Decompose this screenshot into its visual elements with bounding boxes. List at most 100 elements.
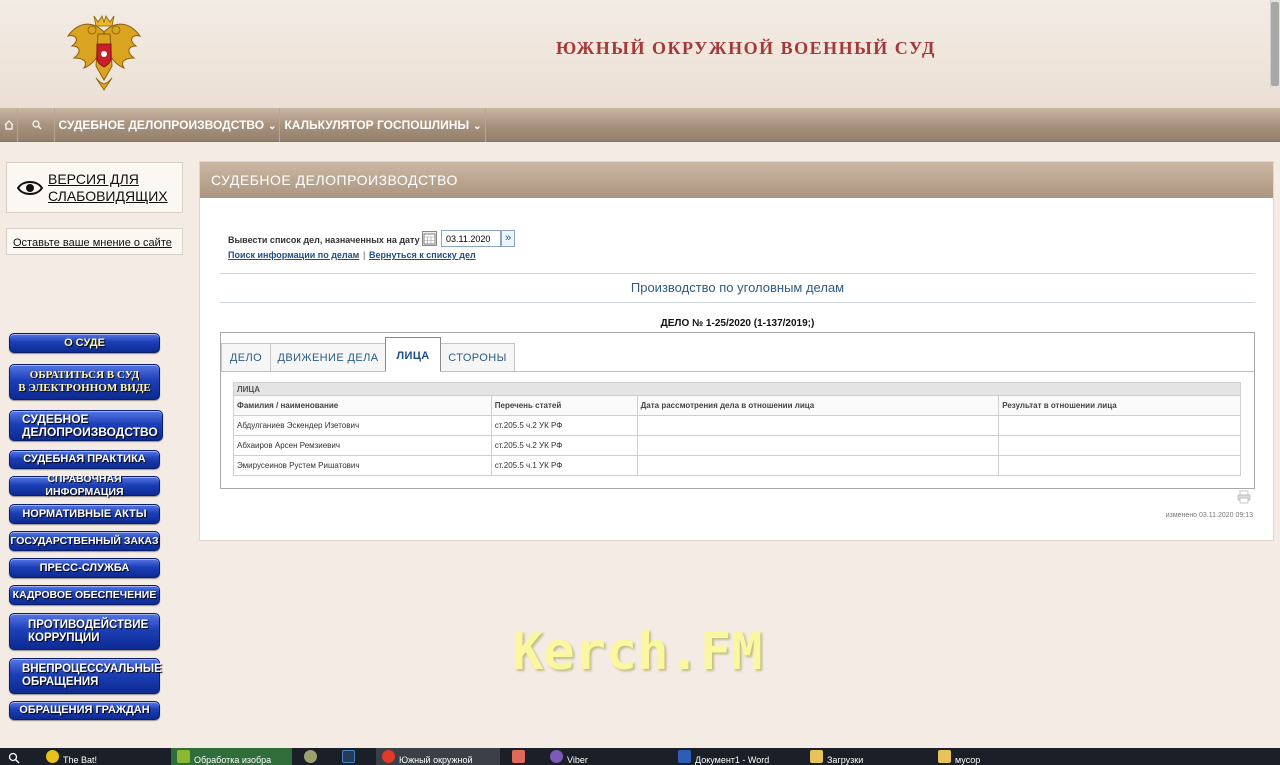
taskbar-label: Загрузки [827, 755, 864, 765]
watermark-text: Kerch.FM [512, 622, 763, 682]
table-row: Эмирусеинов Рустем Ришатович ст.205.5 ч.… [233, 455, 1241, 476]
menu-judicial-practice[interactable]: СУДЕБНАЯ ПРАКТИКА [9, 450, 160, 469]
taskbar-label: Документ1 - Word [695, 755, 770, 765]
app-icon [342, 750, 355, 763]
taskbar-label: мусор [955, 755, 981, 765]
tab-baseline [221, 371, 1254, 372]
taskbar-item-app4[interactable] [342, 748, 372, 765]
print-icon[interactable] [1237, 490, 1251, 504]
menu-label: ВНЕПРОЦЕССУАЛЬНЫЕ [22, 663, 162, 675]
taskbar-item-image-editor[interactable]: Обработка изобра [171, 748, 292, 765]
app-icon [512, 750, 525, 763]
column-header: Фамилия / наименование [233, 395, 492, 416]
folder-icon [810, 750, 823, 763]
taskbar-search-button[interactable] [8, 748, 28, 765]
table-cell-result [998, 415, 1241, 436]
taskbar-item-browser[interactable]: Южный окружной [376, 748, 500, 765]
menu-e-filing[interactable]: ОБРАТИТЬСЯ В СУД В ЭЛЕКТРОННОМ ВИДЕ [9, 364, 160, 400]
table-row: Абхаиров Арсен Ремзиевич ст.205.5 ч.2 УК… [233, 435, 1241, 456]
chevron-down-icon: ⌄ [473, 121, 482, 132]
tab-label: СТОРОНЫ [448, 352, 507, 364]
menu-reference-info[interactable]: СПРАВОЧНАЯ ИНФОРМАЦИЯ [9, 473, 160, 498]
case-search-link[interactable]: Поиск информации по делам [228, 250, 359, 260]
taskbar-item-word[interactable]: Документ1 - Word [678, 748, 802, 765]
coat-of-arms-emblem [66, 15, 142, 91]
table-cell-name: Абдулганиев Эскендер Изетович [233, 415, 492, 436]
menu-label: ПРОТИВОДЕЙСТВИЕ [28, 618, 149, 631]
date-input[interactable] [441, 230, 501, 247]
table-cell-date [636, 415, 1000, 436]
menu-label: НОРМАТИВНЫЕ АКТЫ [22, 507, 147, 520]
taskbar-item-trash-folder[interactable]: мусор [938, 748, 1048, 765]
table-cell-articles: ст.205.5 ч.2 УК РФ [490, 415, 638, 436]
column-header: Перечень статей [490, 395, 638, 416]
taskbar-item-app6[interactable] [512, 748, 542, 765]
menu-legal-acts[interactable]: НОРМАТИВНЫЕ АКТЫ [9, 504, 160, 524]
divider [220, 302, 1255, 303]
table-cell-name: Абхаиров Арсен Ремзиевич [233, 435, 492, 456]
menu-label: О СУДЕ [64, 336, 105, 349]
menu-hr[interactable]: КАДРОВОЕ ОБЕСПЕЧЕНИЕ [9, 585, 160, 605]
menu-label-2: В ЭЛЕКТРОННОМ ВИДЕ [18, 382, 151, 394]
menu-court-records[interactable]: СУДЕБНОЕ ДЕЛОПРОИЗВОДСТВО [9, 410, 163, 441]
menu-label: КАДРОВОЕ ОБЕСПЕЧЕНИЕ [12, 588, 157, 601]
chevron-down-icon: ⌄ [268, 121, 277, 132]
date-submit-icon[interactable]: » [501, 230, 515, 247]
main-panel: СУДЕБНОЕ ДЕЛОПРОИЗВОДСТВО Вывести список… [199, 161, 1274, 541]
eye-icon [17, 181, 43, 195]
menu-label: СУДЕБНОЕ [22, 411, 89, 426]
nav-home[interactable] [0, 108, 18, 142]
menu-extraprocedural[interactable]: ВНЕПРОЦЕССУАЛЬНЫЕ ОБРАЩЕНИЯ [9, 658, 162, 694]
nav-fee-calculator[interactable]: КАЛЬКУЛЯТОР ГОСПОШЛИНЫ ⌄ [281, 108, 486, 142]
taskbar-label: Южный окружной [399, 755, 473, 765]
table-cell-date [636, 455, 1000, 476]
search-icon [31, 120, 41, 130]
menu-label: ОБРАТИТЬСЯ В СУД [29, 369, 140, 381]
court-title: ЮЖНЫЙ ОКРУЖНОЙ ВОЕННЫЙ СУД [556, 38, 936, 58]
table-cell-date [636, 435, 1000, 456]
back-to-list-link[interactable]: Вернуться к списку дел [369, 250, 476, 260]
tab-parties[interactable]: СТОРОНЫ [440, 343, 515, 371]
bat-app-icon [46, 750, 59, 763]
case-tabs-container: ДЕЛО ДВИЖЕНИЕ ДЕЛА ЛИЦА СТОРОНЫ ЛИЦА Фам… [220, 332, 1255, 489]
tab-case-movement[interactable]: ДВИЖЕНИЕ ДЕЛА [270, 343, 386, 371]
home-icon [4, 120, 13, 130]
taskbar-item-viber[interactable]: Viber [550, 748, 660, 765]
feedback-link[interactable]: Оставьте ваше мнение о сайте [13, 237, 172, 249]
table-cell-result [998, 435, 1241, 456]
tab-case[interactable]: ДЕЛО [221, 343, 271, 371]
word-icon [678, 750, 691, 763]
column-header: Результат в отношении лица [998, 395, 1241, 416]
table-header-row: Фамилия / наименование Перечень статей Д… [233, 395, 1241, 416]
menu-label: СПРАВОЧНАЯ ИНФОРМАЦИЯ [45, 473, 124, 498]
menu-about-court[interactable]: О СУДЕ [9, 333, 160, 353]
nav-fee-calculator-label: КАЛЬКУЛЯТОР ГОСПОШЛИНЫ [284, 118, 470, 132]
menu-citizen-appeals[interactable]: ОБРАЩЕНИЯ ГРАЖДАН [9, 701, 160, 720]
scrollbar-thumb[interactable] [1271, 2, 1279, 86]
menu-state-procurement[interactable]: ГОСУДАРСТВЕННЫЙ ЗАКАЗ [9, 531, 160, 551]
calendar-icon[interactable] [422, 231, 437, 246]
taskbar-item-thebat[interactable]: The Bat! [46, 748, 166, 765]
image-app-icon [177, 750, 190, 763]
taskbar-item-app3[interactable] [304, 748, 334, 765]
tab-persons[interactable]: ЛИЦА [385, 337, 441, 372]
menu-label: ОБРАЩЕНИЯ ГРАЖДАН [19, 704, 150, 716]
menu-press-service[interactable]: ПРЕСС-СЛУЖБА [9, 558, 160, 578]
nav-court-records[interactable]: СУДЕБНОЕ ДЕЛОПРОИЗВОДСТВО ⌄ [56, 108, 280, 142]
windows-taskbar: The Bat! Обработка изобра Южный окружной… [0, 748, 1280, 765]
link-separator: | [363, 250, 366, 260]
menu-anti-corruption[interactable]: ПРОТИВОДЕЙСТВИЕ КОРРУПЦИИ [9, 613, 160, 650]
app-icon [304, 750, 317, 763]
modified-timestamp: изменено 03.11.2020 09:13 [1165, 512, 1253, 519]
taskbar-label: Viber [567, 755, 588, 765]
visually-impaired-version-button[interactable]: ВЕРСИЯ ДЛЯ СЛАБОВИДЯЩИХ [6, 162, 183, 213]
nav-search[interactable] [19, 108, 55, 142]
menu-label: СУДЕБНАЯ ПРАКТИКА [23, 453, 146, 465]
viber-icon [550, 750, 563, 763]
case-number: ДЕЛО № 1-25/2020 (1-137/2019;) [660, 318, 815, 329]
folder-icon [938, 750, 951, 763]
table-group-title: ЛИЦА [233, 382, 1241, 396]
taskbar-item-downloads[interactable]: Загрузки [810, 748, 920, 765]
taskbar-label: Обработка изобра [194, 755, 272, 765]
panel-title: СУДЕБНОЕ ДЕЛОПРОИЗВОДСТВО [200, 162, 1273, 198]
